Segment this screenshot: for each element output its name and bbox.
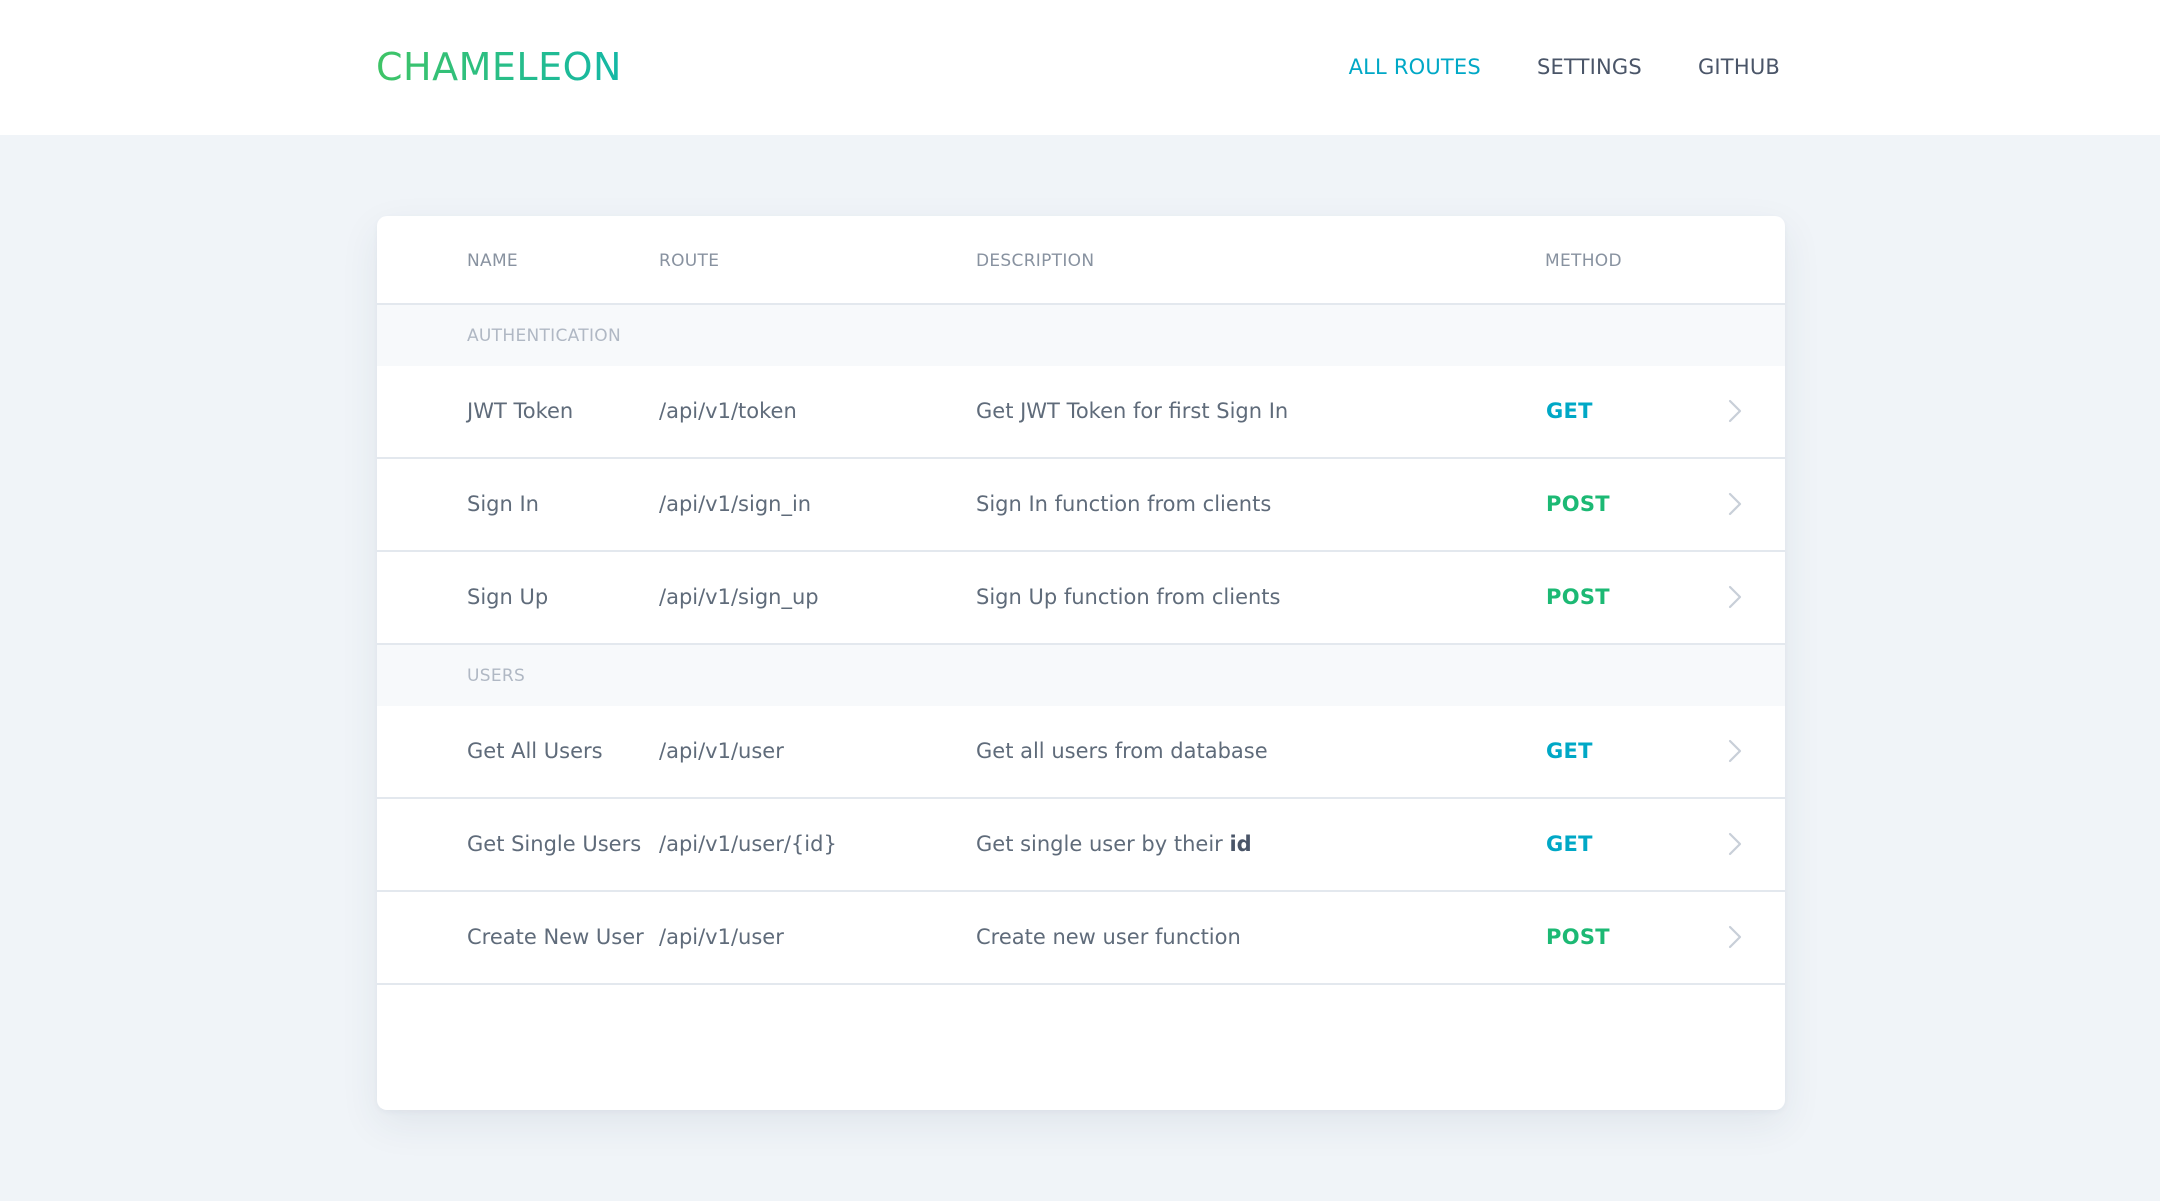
group-header-users: USERS xyxy=(377,645,1785,706)
route-description: Create new user function xyxy=(976,925,1241,949)
chevron-right-icon[interactable] xyxy=(1721,397,1749,425)
method-badge: GET xyxy=(1546,832,1593,856)
table-row[interactable]: Create New User /api/v1/user Create new … xyxy=(377,892,1785,985)
method-badge: GET xyxy=(1546,399,1593,423)
table-row[interactable]: Sign Up /api/v1/sign_up Sign Up function… xyxy=(377,552,1785,645)
route-path: /api/v1/user xyxy=(659,739,784,763)
chevron-right-icon[interactable] xyxy=(1721,737,1749,765)
group-label: AUTHENTICATION xyxy=(467,326,621,346)
method-badge: GET xyxy=(1546,739,1593,763)
column-header-route: ROUTE xyxy=(659,251,720,271)
table-row[interactable]: JWT Token /api/v1/token Get JWT Token fo… xyxy=(377,366,1785,459)
route-name: Get All Users xyxy=(467,739,603,763)
route-description: Sign In function from clients xyxy=(976,492,1272,516)
method-badge: POST xyxy=(1546,925,1610,949)
chevron-right-icon[interactable] xyxy=(1721,583,1749,611)
method-badge: POST xyxy=(1546,585,1610,609)
route-description-text: Get single user by their xyxy=(976,832,1223,856)
table-row[interactable]: Get Single Users /api/v1/user/{id} Get s… xyxy=(377,799,1785,892)
table-row[interactable]: Sign In /api/v1/sign_in Sign In function… xyxy=(377,459,1785,552)
chevron-right-icon[interactable] xyxy=(1721,830,1749,858)
column-header-method: METHOD xyxy=(1545,251,1622,271)
nav-settings[interactable]: SETTINGS xyxy=(1537,52,1642,82)
chevron-right-icon[interactable] xyxy=(1721,490,1749,518)
brand-logo[interactable]: CHAMELEON xyxy=(376,42,622,92)
route-path: /api/v1/user/{id} xyxy=(659,832,837,856)
route-path: /api/v1/sign_up xyxy=(659,585,819,609)
route-name: Get Single Users xyxy=(467,832,642,856)
route-name: Create New User xyxy=(467,925,644,949)
group-header-authentication: AUTHENTICATION xyxy=(377,305,1785,366)
route-description: Sign Up function from clients xyxy=(976,585,1281,609)
route-description-emphasis: id xyxy=(1229,832,1252,856)
route-path: /api/v1/token xyxy=(659,399,797,423)
main-nav: ALL ROUTES SETTINGS GITHUB xyxy=(1293,52,1780,82)
route-name: Sign In xyxy=(467,492,539,516)
nav-github[interactable]: GITHUB xyxy=(1698,52,1780,82)
table-row[interactable]: Get All Users /api/v1/user Get all users… xyxy=(377,706,1785,799)
routes-table-card: NAME ROUTE DESCRIPTION METHOD AUTHENTICA… xyxy=(377,216,1785,1110)
route-name: JWT Token xyxy=(467,399,574,423)
chevron-right-icon[interactable] xyxy=(1721,923,1749,951)
group-label: USERS xyxy=(467,666,526,686)
nav-all-routes[interactable]: ALL ROUTES xyxy=(1349,52,1481,82)
route-path: /api/v1/sign_in xyxy=(659,492,812,516)
route-description: Get JWT Token for first Sign In xyxy=(976,399,1289,423)
top-navbar: CHAMELEON ALL ROUTES SETTINGS GITHUB xyxy=(0,0,2160,135)
column-header-name: NAME xyxy=(467,251,518,271)
route-description: Get single user by their id xyxy=(976,829,1252,859)
method-badge: POST xyxy=(1546,492,1610,516)
route-name: Sign Up xyxy=(467,585,549,609)
route-description: Get all users from database xyxy=(976,739,1268,763)
table-header: NAME ROUTE DESCRIPTION METHOD xyxy=(377,216,1785,305)
column-header-description: DESCRIPTION xyxy=(976,251,1095,271)
route-path: /api/v1/user xyxy=(659,925,784,949)
